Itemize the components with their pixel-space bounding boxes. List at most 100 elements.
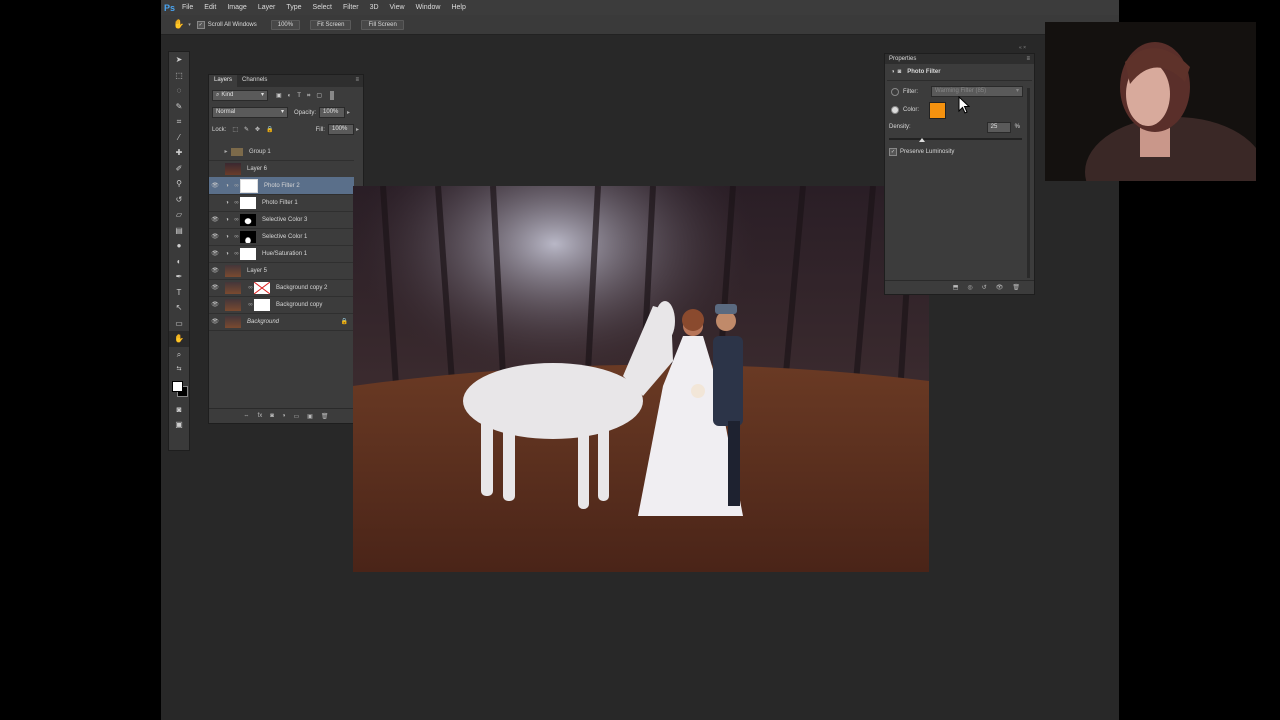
crop-tool-icon[interactable]: ⌗ [169,114,189,130]
eyedropper-tool-icon[interactable]: ⁄ [169,130,189,146]
menu-3d[interactable]: 3D [370,4,379,11]
layer-row[interactable]: Layer 6 [209,160,354,178]
pen-tool-icon[interactable]: ✒ [169,269,189,285]
density-slider[interactable] [889,134,1022,144]
reset-icon[interactable]: ↺ [982,284,987,291]
screen-mode-icon[interactable]: ▣ [169,417,189,433]
density-slider-thumb[interactable] [919,138,926,142]
view-previous-icon[interactable]: ◎ [967,284,972,291]
mask-icon[interactable]: ◙ [898,69,902,75]
layer-mask-thumbnail[interactable] [240,178,258,193]
layer-row[interactable]: 👁 Layer 5 [209,262,354,280]
new-adjustment-icon[interactable]: ◑ [282,413,286,419]
layer-row[interactable]: 👁 ∞ Background copy [209,296,354,314]
layer-mask-thumbnail[interactable] [240,196,256,209]
eye-icon[interactable]: 👁 [209,182,221,189]
tool-preset-dropdown-icon[interactable]: ▾ [188,22,191,28]
link-layers-icon[interactable]: ⇔ [244,413,250,419]
layer-row[interactable]: 👁 ◑ ∞ Selective Color 1 [209,228,354,246]
eye-icon[interactable]: 👁 [209,301,221,308]
layer-style-fx-icon[interactable]: fx [258,413,263,419]
color-radio[interactable] [891,106,899,114]
layer-row[interactable]: ◑ ∞ Photo Filter 1 [209,194,354,212]
menu-edit[interactable]: Edit [204,4,216,11]
history-brush-tool-icon[interactable]: ↺ [169,192,189,208]
lock-icons[interactable]: ⬚✎✥🔒 [232,126,279,133]
fill-slider-icon[interactable]: ▸ [356,126,359,133]
lasso-tool-icon[interactable]: ◌ [169,83,189,99]
preserve-luminosity-checkbox[interactable]: ✓ [889,148,897,156]
foreground-color-swatch[interactable] [172,380,183,392]
clone-stamp-tool-icon[interactable]: ⚲ [169,176,189,192]
filter-toggle-switch[interactable] [330,91,335,100]
filter-radio[interactable] [891,87,899,96]
new-group-icon[interactable]: ▭ [293,413,299,420]
menu-filter[interactable]: Filter [343,4,359,11]
new-layer-icon[interactable]: ▣ [307,413,313,420]
layer-row[interactable]: 👁 Background 🔒 [209,313,354,331]
fill-screen-button[interactable]: Fill Screen [361,19,404,30]
properties-collapse-icon[interactable]: « × [1019,45,1026,51]
fit-screen-button[interactable]: Fit Screen [310,19,352,30]
menu-view[interactable]: View [390,4,405,11]
document-canvas[interactable] [353,186,929,572]
layer-mask-thumbnail[interactable] [240,230,256,243]
panel-menu-icon[interactable]: ≡ [351,75,363,87]
layer-filter-icons[interactable]: ▣◐T⌗▢ [276,92,328,100]
menu-image[interactable]: Image [227,4,246,11]
expand-arrow-icon[interactable]: ▸ [221,148,231,155]
eye-icon[interactable]: 👁 [209,216,221,223]
layer-mask-thumbnail[interactable] [254,298,270,311]
filter-color-swatch[interactable] [929,101,946,119]
layer-mask-thumbnail[interactable] [240,247,256,260]
layer-row[interactable]: 👁 ◑ ∞ Selective Color 3 [209,211,354,229]
clip-to-layer-icon[interactable]: ⬒ [953,284,959,291]
menu-help[interactable]: Help [451,4,465,11]
menu-window[interactable]: Window [416,4,441,11]
zoom-100-button[interactable]: 100% [270,19,301,30]
type-tool-icon[interactable]: T [169,285,189,301]
eye-icon[interactable]: 👁 [209,250,221,257]
dodge-tool-icon[interactable]: ◐ [169,254,189,270]
opacity-input[interactable]: 100% [319,107,346,118]
layer-row[interactable]: 👁 ∞ Background copy 2 [209,279,354,297]
tab-layers[interactable]: Layers [209,75,238,87]
layer-row[interactable]: ▸ Group 1 [209,143,354,161]
panel-menu-icon[interactable]: ≡ [1026,54,1030,64]
hand-tool-icon[interactable]: ✋ [169,331,189,347]
layer-filter-kind-select[interactable]: ⌕ Kind ▾ [212,90,268,101]
hand-tool-icon[interactable]: ✋ [173,19,184,30]
menu-file[interactable]: File [182,4,193,11]
layer-mask-thumbnail[interactable] [253,281,271,294]
visibility-eye-icon[interactable]: 👁 [996,284,1004,291]
eye-icon[interactable]: 👁 [209,267,221,274]
trash-icon[interactable]: 🗑 [321,413,329,420]
healing-brush-tool-icon[interactable]: ✚ [169,145,189,161]
tab-channels[interactable]: Channels [237,75,272,87]
density-input[interactable]: 25 [986,121,1011,133]
swap-colors-icon[interactable]: ⇆ [169,362,189,378]
menu-layer[interactable]: Layer [258,4,276,11]
move-tool-icon[interactable]: ➤ [169,52,189,68]
marquee-tool-icon[interactable]: ⬚ [169,68,189,84]
fill-input[interactable]: 100% [327,124,354,135]
scroll-all-windows-checkbox[interactable]: ✓ [196,20,205,29]
trash-icon[interactable]: 🗑 [1012,284,1020,291]
add-mask-icon[interactable]: ◙ [270,413,274,419]
menu-type[interactable]: Type [286,4,301,11]
path-selection-tool-icon[interactable]: ↖ [169,300,189,316]
layer-row[interactable]: 👁 ◑ ∞ Hue/Saturation 1 [209,245,354,263]
quick-selection-tool-icon[interactable]: ✎ [169,99,189,115]
layer-mask-thumbnail[interactable] [240,213,256,226]
adjustment-icon[interactable]: ◑ [891,69,895,75]
blend-mode-select[interactable]: Normal ▾ [212,107,288,118]
eye-icon[interactable]: 👁 [209,233,221,240]
zoom-tool-icon[interactable]: ⌕ [169,347,189,363]
eye-icon[interactable]: 👁 [209,284,221,291]
blur-tool-icon[interactable]: ● [169,238,189,254]
filter-select[interactable]: Warming Filter (85) ▾ [931,86,1023,97]
eye-icon[interactable]: 👁 [209,318,221,325]
eraser-tool-icon[interactable]: ▱ [169,207,189,223]
quick-mask-icon[interactable]: ◙ [169,402,189,418]
layer-row-selected[interactable]: 👁 ◑ ∞ Photo Filter 2 [209,177,354,195]
